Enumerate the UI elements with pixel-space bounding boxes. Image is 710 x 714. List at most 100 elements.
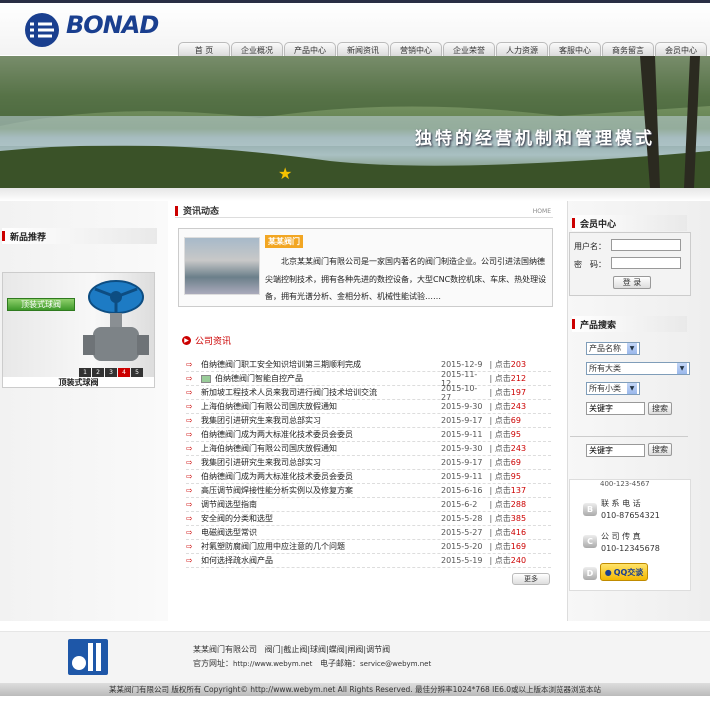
arrow-right-icon: ⇨ [186, 556, 193, 565]
news-title[interactable]: 调节阀选型指南 [201, 499, 441, 510]
search-button[interactable]: 搜索 [648, 402, 672, 415]
pager-page-2[interactable]: 2 [92, 368, 104, 377]
pager-page-4[interactable]: 4 [118, 368, 130, 377]
member-header: 会员中心 [572, 215, 687, 231]
header: BONAD 首 页 企业概况 产品中心 新闻资讯 营销中心 企业荣誉 人力资源 … [0, 3, 710, 58]
pager-page-3[interactable]: 3 [105, 368, 117, 377]
click-label-text: 点击 [494, 360, 511, 369]
news-row[interactable]: ⇨ 我集团引进研究生来我司总部实习 2015-9-17 | 点击 69 [186, 456, 551, 470]
login-button[interactable]: 登 录 [613, 276, 651, 289]
field-select[interactable]: 产品名称 ▼ [586, 342, 640, 355]
pager-page-5[interactable]: 5 [131, 368, 143, 377]
news-row[interactable]: ⇨ 高压调节阀焊接性能分析实例以及修复方案 2015-6-16 | 点击 137 [186, 484, 551, 498]
news-title-text[interactable]: 上海伯纳德阀门有限公司国庆放假通知 [201, 444, 337, 453]
click-label-text: 点击 [494, 458, 511, 467]
news-title-text[interactable]: 伯纳德阀门成为两大标准化技术委员会委员 [201, 472, 353, 481]
keyword-input-2[interactable] [586, 444, 645, 457]
footer-products[interactable]: 阀门|截止阀|球阀|蝶阀|闸阀|调节阀 [265, 645, 390, 654]
click-label: | 点击 [487, 528, 511, 537]
click-count: 95 [510, 472, 521, 481]
news-date: 2015-5-28 [441, 514, 483, 523]
contact-panel: 400-123-4567 B 联 系 电 话 010-87654321 C 公 … [569, 479, 691, 591]
click-count: 288 [510, 500, 527, 509]
news-row[interactable]: ⇨ 如何选择疏水阀产品 2015-5-19 | 点击 240 [186, 554, 551, 568]
news-title-text[interactable]: 伯纳德阀门智能自控产品 [215, 374, 303, 383]
news-title[interactable]: 新加坡工程技术人员来我司进行阀门技术培训交流 [201, 387, 441, 398]
news-date: 2015-6-2 [441, 500, 478, 509]
click-label-text: 点击 [494, 528, 511, 537]
email-link[interactable]: service@webym.net [360, 660, 431, 668]
news-title-text[interactable]: 调节阀选型指南 [201, 500, 257, 509]
product-showcase[interactable]: 顶装式球阀 1 2 3 4 5 顶装式球阀 [2, 272, 155, 388]
news-date: 2015-10-27 [441, 383, 478, 402]
click-label-text: 点击 [494, 556, 511, 565]
click-label: | 点击 [487, 402, 511, 411]
news-title-text[interactable]: 我集团引进研究生来我司总部实习 [201, 416, 321, 425]
news-row[interactable]: ⇨ 伯纳德阀门成为两大标准化技术委员会委员 2015-9-11 | 点击 95 [186, 470, 551, 484]
news-row[interactable]: ⇨ 上海伯纳德阀门有限公司国庆放假通知 2015-9-30 | 点击 243 [186, 400, 551, 414]
subcategory-select[interactable]: 所有小类 ▼ [586, 382, 640, 395]
password-label: 密 码： [574, 260, 606, 269]
news-row[interactable]: ⇨ 伯纳德阀门成为两大标准化技术委员会委员 2015-9-11 | 点击 95 [186, 428, 551, 442]
news-title[interactable]: 上海伯纳德阀门有限公司国庆放假通知 [201, 443, 441, 454]
click-count: 203 [510, 360, 527, 369]
news-title-text[interactable]: 如何选择疏水阀产品 [201, 556, 273, 565]
news-title[interactable]: 我集团引进研究生来我司总部实习 [201, 415, 441, 426]
news-title[interactable]: 我集团引进研究生来我司总部实习 [201, 457, 441, 468]
news-title[interactable]: 衬氟塑防腐阀门应用中应注意的几个问题 [201, 541, 441, 552]
pager-page-1[interactable]: 1 [79, 368, 91, 377]
news-title-text[interactable]: 安全阀的分类和选型 [201, 514, 273, 523]
news-title-text[interactable]: 我集团引进研究生来我司总部实习 [201, 458, 321, 467]
news-title[interactable]: 电磁阀选型常识 [201, 527, 441, 538]
news-title[interactable]: 伯纳德阀门智能自控产品 [201, 373, 441, 384]
left-column [0, 201, 168, 621]
click-count: 416 [510, 528, 527, 537]
footer: 某某阀门有限公司 阀门|截止阀|球阀|蝶阀|闸阀|调节阀 官方网址：http:/… [0, 631, 710, 683]
news-title-text[interactable]: 上海伯纳德阀门有限公司国庆放假通知 [201, 402, 337, 411]
password-input[interactable] [611, 257, 681, 269]
news-title-text[interactable]: 新加坡工程技术人员来我司进行阀门技术培训交流 [201, 388, 377, 397]
product-caption[interactable]: 顶装式球阀 [3, 377, 154, 388]
site-link[interactable]: http://www.webym.net [233, 660, 312, 668]
news-row[interactable]: ⇨ 伯纳德阀门智能自控产品 2015-11-12 | 点击 212 [186, 370, 551, 388]
news-title-text[interactable]: 电磁阀选型常识 [201, 528, 257, 537]
keyword-input[interactable] [586, 402, 645, 415]
news-title-text[interactable]: 衬氟塑防腐阀门应用中应注意的几个问题 [201, 542, 345, 551]
company-photo[interactable] [184, 237, 260, 295]
news-row[interactable]: ⇨ 安全阀的分类和选型 2015-5-28 | 点击 385 [186, 512, 551, 526]
home-link[interactable]: HOME [533, 208, 551, 215]
news-row[interactable]: ⇨ 调节阀选型指南 2015-6-2 | 点击 288 [186, 498, 551, 512]
news-row[interactable]: ⇨ 电磁阀选型常识 2015-5-27 | 点击 416 [186, 526, 551, 540]
username-input[interactable] [611, 239, 681, 251]
divider [570, 436, 688, 437]
news-title-text[interactable]: 伯纳德阀门职工安全知识培训第三期顺利完成 [201, 360, 361, 369]
news-row[interactable]: ⇨ 伯纳德阀门职工安全知识培训第三期顺利完成 2015-12-9 | 点击 203 [186, 358, 551, 372]
news-date: 2015-9-17 [441, 416, 483, 425]
news-title-text[interactable]: 伯纳德阀门成为两大标准化技术委员会委员 [201, 430, 353, 439]
category-select[interactable]: 所有大类 ▼ [586, 362, 690, 375]
chevron-down-icon: ▼ [627, 383, 637, 394]
arrow-right-icon: ⇨ [186, 374, 193, 383]
news-row[interactable]: ⇨ 新加坡工程技术人员来我司进行阀门技术培训交流 2015-10-27 | 点击 19… [186, 383, 551, 402]
more-button[interactable]: 更多 [512, 573, 550, 585]
news-title[interactable]: 伯纳德阀门成为两大标准化技术委员会委员 [201, 471, 441, 482]
news-title[interactable]: 安全阀的分类和选型 [201, 513, 441, 524]
search-button-2[interactable]: 搜索 [648, 443, 672, 456]
news-title[interactable]: 如何选择疏水阀产品 [201, 555, 441, 566]
copyright-bar: 某某阀门有限公司 版权所有 Copyright© http://www.weby… [0, 683, 710, 696]
qq-chat-button[interactable]: ● QQ交谈 [600, 563, 648, 581]
news-title[interactable]: 伯纳德阀门职工安全知识培训第三期顺利完成 [201, 359, 441, 370]
click-count: 197 [510, 388, 527, 397]
qq-icon: ● [604, 567, 612, 577]
news-row[interactable]: ⇨ 我集团引进研究生来我司总部实习 2015-9-17 | 点击 69 [186, 414, 551, 428]
news-title[interactable]: 伯纳德阀门成为两大标准化技术委员会委员 [201, 429, 441, 440]
news-title[interactable]: 高压调节阀焊接性能分析实例以及修复方案 [201, 485, 441, 496]
news-title-text[interactable]: 高压调节阀焊接性能分析实例以及修复方案 [201, 486, 353, 495]
news-title[interactable]: 上海伯纳德阀门有限公司国庆放假通知 [201, 401, 441, 412]
news-date: 2015-9-30 [441, 444, 483, 453]
news-row[interactable]: ⇨ 上海伯纳德阀门有限公司国庆放假通知 2015-9-30 | 点击 243 [186, 442, 551, 456]
news-row[interactable]: ⇨ 衬氟塑防腐阀门应用中应注意的几个问题 2015-5-20 | 点击 169 [186, 540, 551, 554]
fax-label: 公 司 传 真 [601, 532, 641, 541]
click-label-text: 点击 [494, 416, 511, 425]
tel-value: 010-87654321 [601, 511, 660, 520]
